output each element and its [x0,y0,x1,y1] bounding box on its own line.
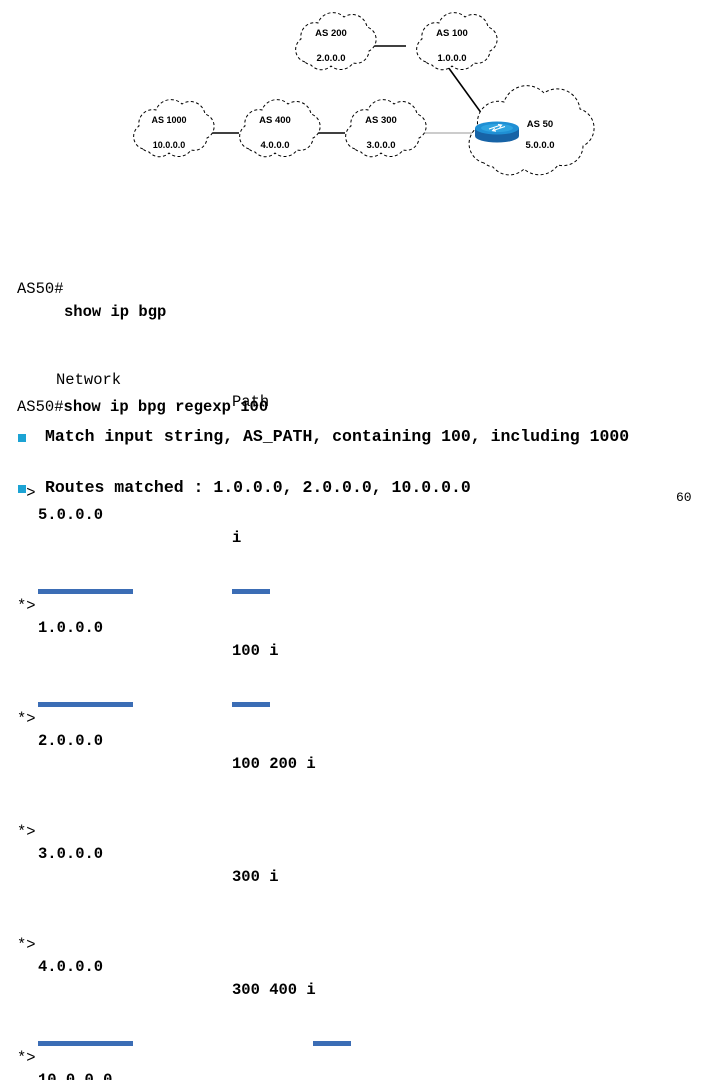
router-icon [475,121,519,143]
list-item-text: Match input string, AS_PATH, containing … [45,427,630,446]
cloud-as300: AS 300 3.0.0.0 [345,99,427,158]
table-header-row: Network Path [0,346,720,412]
row-network: 4.0.0.0 [38,958,104,977]
network-highlight-underline [38,589,133,595]
row-flag: *> [17,822,36,841]
row-network: 5.0.0.0 [38,506,104,525]
regexp-command-line: AS50#show ip bpg regexp 100 [17,398,268,416]
row-flag: *> [17,935,36,954]
console-prompt-host: AS50# [17,280,64,299]
table-row: *> 1.0.0.0 100 i [0,572,720,660]
cloud-as400-network: 4.0.0.0 [260,140,289,151]
row-path: 100 i [232,641,279,660]
row-flag: *> [17,596,36,615]
row-network: 10.0.0.0 [38,1069,112,1080]
table-row: *> 2.0.0.0 100 200 i [0,685,720,773]
cloud-as100: AS 100 1.0.0.0 [416,12,498,71]
row-flag: *> [17,709,36,728]
path-highlight-underline [313,1040,351,1046]
row-network: 3.0.0.0 [38,845,104,864]
row-path: 300 400 i [232,980,316,999]
regexp-command: show ip bpg regexp 100 [63,398,269,416]
list-item-text: Routes matched : 1.0.0.0, 2.0.0.0, 10.0.… [45,478,471,497]
row-path: 300 i [232,867,279,886]
page-number: 60 [676,490,692,505]
console-command: show ip bgp [64,302,167,321]
table-row: *> 10.0.0.0 300 400 1000 I [0,1024,720,1080]
row-network: 1.0.0.0 [38,619,104,638]
bullet-square-icon [18,434,26,442]
cloud-as300-label: AS 300 [365,115,397,126]
network-highlight-underline [38,1040,133,1046]
network-topology-diagram: AS 200 2.0.0.0 AS 100 1.0.0.0 AS 1000 10… [0,0,720,190]
bullet-square-icon [18,485,26,493]
cloud-as200-label: AS 200 [315,28,347,39]
table-row: *> 3.0.0.0 300 i [0,798,720,886]
column-header-network: Network [56,370,122,389]
bgp-table-console: AS50# show ip bgp Network Path *> 5.0.0.… [0,188,720,1080]
path-highlight-underline [232,589,270,595]
row-network: 2.0.0.0 [38,732,104,751]
row-flag: *> [17,1048,36,1067]
cloud-as100-label: AS 100 [436,28,468,39]
table-row: *> 4.0.0.0 300 400 i [0,911,720,999]
cloud-as100-network: 1.0.0.0 [437,53,466,64]
cloud-as300-network: 3.0.0.0 [366,140,395,151]
cloud-as50-network: 5.0.0.0 [525,140,554,151]
cloud-as50-label: AS 50 [527,119,553,130]
cloud-as400: AS 400 4.0.0.0 [239,99,321,158]
cloud-as1000: AS 1000 10.0.0.0 [133,99,215,158]
cloud-as1000-label: AS 1000 [151,115,186,125]
row-path: 100 200 i [232,754,316,773]
console-command-line: AS50# show ip bgp [0,256,720,321]
row-path: i [232,528,242,547]
cloud-as200: AS 200 2.0.0.0 [295,12,377,71]
cloud-as400-label: AS 400 [259,115,291,126]
regexp-prompt-host: AS50# [17,398,64,416]
path-highlight-underline [232,702,270,708]
cloud-as200-network: 2.0.0.0 [316,53,345,64]
cloud-as1000-network: 10.0.0.0 [153,140,186,150]
network-highlight-underline [38,702,133,708]
